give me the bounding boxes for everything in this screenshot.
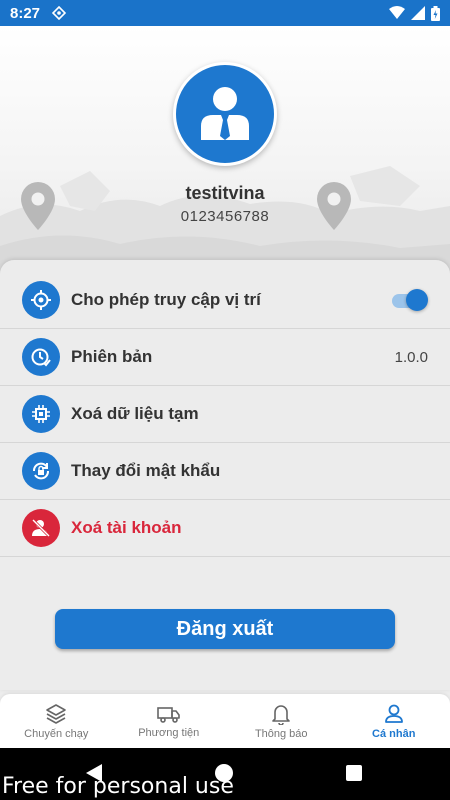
nav-label: Thông báo [254, 727, 308, 740]
chip-icon [22, 395, 60, 433]
wifi-icon [389, 6, 405, 19]
nav-item-trips[interactable]: Chuyến chạy [0, 694, 113, 748]
watermark-text: Free for personal use [2, 774, 234, 799]
setting-version[interactable]: Phiên bản 1.0.0 [0, 329, 450, 386]
setting-delete-account[interactable]: Xoá tài khoản [0, 500, 450, 557]
version-value: 1.0.0 [394, 348, 428, 366]
truck-icon [156, 706, 180, 723]
status-icons [389, 5, 440, 21]
bell-icon [272, 704, 291, 725]
status-time: 8:27 [10, 4, 41, 22]
lock-refresh-icon [22, 452, 60, 490]
setting-location-access[interactable]: Cho phép truy cập vị trí [0, 272, 450, 329]
status-bar: 8:27 [0, 0, 450, 26]
location-toggle[interactable] [388, 289, 428, 311]
nav-item-notifications[interactable]: Thông báo [225, 694, 338, 748]
setting-label: Cho phép truy cập vị trí [71, 290, 261, 309]
avatar[interactable] [173, 62, 277, 166]
nav-label: Chuyến chạy [24, 727, 89, 740]
location-status-icon [52, 6, 67, 20]
person-icon [384, 704, 403, 723]
setting-label: Phiên bản [71, 347, 153, 366]
clock-check-icon [22, 338, 60, 376]
user-remove-icon [22, 509, 60, 547]
logout-button[interactable]: Đăng xuất [55, 609, 395, 649]
nav-item-vehicles[interactable]: Phương tiện [113, 694, 226, 748]
setting-clear-cache[interactable]: Xoá dữ liệu tạm [0, 386, 450, 443]
bottom-navigation: Chuyến chạy Phương tiện Thông báo Cá nhâ… [0, 694, 450, 748]
setting-change-password[interactable]: Thay đổi mật khẩu [0, 443, 450, 500]
toggle-knob [406, 289, 428, 311]
setting-label: Xoá dữ liệu tạm [71, 404, 199, 423]
nav-label: Phương tiện [138, 726, 200, 739]
recent-apps-icon[interactable] [346, 765, 362, 781]
battery-icon [431, 5, 440, 21]
signal-icon [411, 6, 425, 20]
username: testitvina [185, 183, 265, 203]
nav-item-profile[interactable]: Cá nhân [338, 694, 450, 748]
profile-header: testitvina 0123456788 [0, 26, 450, 276]
phone-number: 0123456788 [180, 208, 270, 225]
setting-label: Thay đổi mật khẩu [71, 461, 221, 480]
settings-panel: Cho phép truy cập vị trí Phiên bản 1.0.0… [0, 260, 450, 690]
user-avatar-icon [201, 87, 249, 140]
location-crosshair-icon [22, 281, 60, 319]
setting-label: Xoá tài khoản [71, 518, 182, 537]
nav-label: Cá nhân [372, 727, 416, 740]
layers-icon [46, 703, 67, 724]
